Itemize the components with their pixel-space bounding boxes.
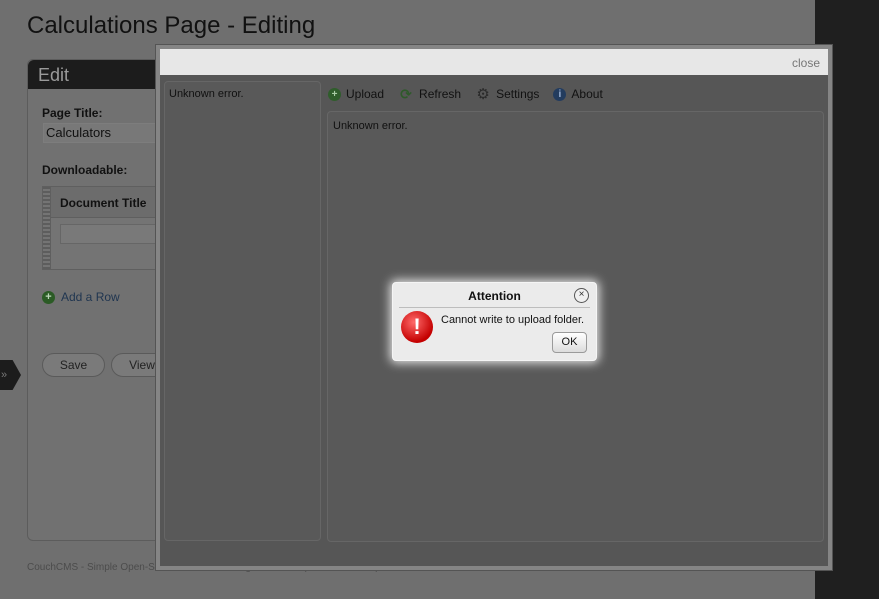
upload-button[interactable]: + Upload [328,87,384,101]
file-toolbar: + Upload ⟳ Refresh ⚙ Settings i About [328,83,617,105]
tree-error-text: Unknown error. [169,88,244,100]
alert-message: Cannot write to upload folder. [441,314,585,326]
refresh-button[interactable]: ⟳ Refresh [398,85,462,102]
folder-tree-pane: Unknown error. [164,81,321,541]
settings-button[interactable]: ⚙ Settings [475,85,540,103]
downloadable-label: Downloadable: [42,163,128,177]
plus-circle-icon: + [42,290,55,304]
add-row-label: Add a Row [61,290,120,304]
page-heading: Calculations Page - Editing [27,12,316,39]
upload-label: Upload [346,87,385,101]
settings-label: Settings [496,87,540,101]
refresh-icon: ⟳ [400,85,412,102]
page-title-label: Page Title: [42,106,103,120]
edit-panel: Edit Page Title: Calculators Downloadabl… [27,59,174,541]
plus-circle-icon: + [328,87,341,101]
row-drag-handle[interactable] [43,187,51,269]
modal-close-link[interactable]: close [792,56,820,70]
add-row-link[interactable]: + Add a Row [42,290,120,304]
info-icon: i [553,87,567,101]
files-error-text: Unknown error. [333,120,408,132]
page-title-input[interactable]: Calculators [43,123,172,143]
refresh-label: Refresh [419,87,462,101]
save-button[interactable]: Save [42,353,105,377]
double-chevron-right-icon: » [1,369,8,381]
edit-panel-title: Edit [28,60,163,89]
sidebar-toggle-tab[interactable]: » [0,360,21,390]
gear-icon: ⚙ [476,85,490,103]
alert-title: Attention [468,289,521,303]
attention-dialog: Attention × ! Cannot write to upload fol… [392,282,597,361]
ok-button[interactable]: OK [552,332,587,353]
exclamation-icon: ! [401,311,433,343]
about-button[interactable]: i About [553,87,603,101]
close-circle-icon[interactable]: × [574,288,589,303]
about-label: About [571,87,603,101]
alert-divider [399,307,590,308]
modal-title-bar: close [160,49,828,75]
